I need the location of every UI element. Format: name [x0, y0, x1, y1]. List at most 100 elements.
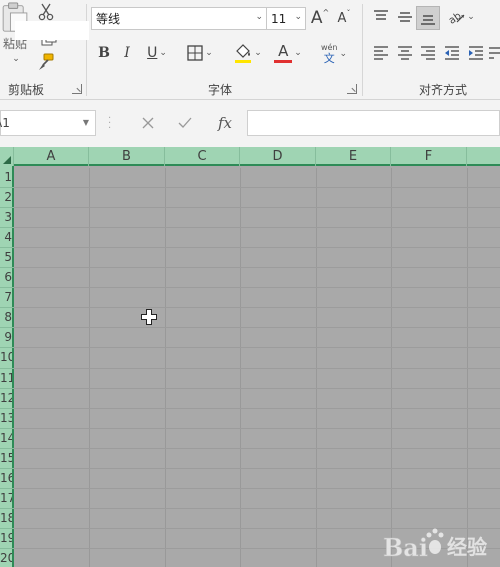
row-header[interactable]: 5 — [0, 249, 12, 265]
row-gridline — [14, 508, 500, 509]
row-header-divider — [0, 227, 14, 228]
column-header[interactable]: E — [316, 147, 391, 166]
scissors-icon — [38, 3, 54, 21]
name-box[interactable]: A1 ▼ — [0, 110, 96, 136]
row-header[interactable]: 12 — [0, 390, 12, 406]
row-gridline — [14, 227, 500, 228]
font-size-dropdown-icon: ⌄ — [294, 12, 302, 22]
column-header[interactable]: A — [14, 147, 89, 166]
align-middle-icon — [398, 12, 412, 22]
group-divider — [362, 4, 363, 96]
paste-dropdown-icon[interactable]: ⌄ — [12, 54, 20, 64]
watermark-text: 经验 — [447, 535, 487, 559]
row-header-divider — [0, 347, 14, 348]
row-header-divider — [0, 408, 14, 409]
clipboard-group-label: 剪贴板 — [7, 83, 44, 97]
row-header[interactable]: 1 — [0, 169, 12, 185]
column-header[interactable]: B — [89, 147, 165, 166]
font-color-icon: A — [278, 42, 289, 60]
row-header[interactable]: 11 — [0, 370, 12, 386]
column-header-partial[interactable] — [467, 147, 500, 166]
formula-bar-grip-icon[interactable]: · · · — [108, 114, 112, 134]
row-header[interactable]: 10 — [0, 349, 12, 365]
bold-button[interactable]: B — [94, 42, 114, 64]
select-all-button[interactable] — [0, 147, 14, 166]
group-divider — [86, 4, 87, 96]
text-orientation-icon: ab — [447, 11, 465, 25]
increase-font-size-button[interactable]: A ^ — [310, 7, 330, 29]
font-color-button[interactable]: A ⌄ — [270, 40, 306, 66]
row-gridline — [14, 347, 500, 348]
column-header[interactable]: F — [391, 147, 467, 166]
align-left-icon — [374, 46, 388, 60]
row-header[interactable]: 13 — [0, 410, 12, 426]
row-gridline — [14, 448, 500, 449]
insert-function-button[interactable]: fx — [211, 112, 239, 134]
decrease-font-size-icon: A — [337, 10, 347, 26]
borders-button[interactable]: ⌄ — [182, 42, 218, 64]
font-size-value: 11 — [271, 11, 287, 26]
active-cell[interactable] — [15, 21, 89, 40]
spreadsheet-grid[interactable]: ABCDEF 1 2 3 4 5 6 7 8 9 10 11 12 13 14 15 16 17 18 19 20 — [0, 147, 500, 567]
font-dialog-launcher-icon[interactable] — [347, 84, 357, 94]
top-align-button[interactable] — [370, 6, 392, 28]
align-left-button[interactable] — [370, 42, 392, 64]
cut-button[interactable] — [36, 2, 56, 22]
column-header[interactable]: C — [165, 147, 240, 166]
clipboard-dialog-launcher-icon[interactable] — [72, 84, 82, 94]
phonetic-icon: 文 — [323, 52, 335, 65]
row-header[interactable]: 18 — [0, 510, 12, 526]
middle-align-button[interactable] — [394, 6, 416, 28]
watermark: Bai 经验 — [383, 522, 487, 560]
row-header[interactable]: 20 — [0, 550, 12, 566]
formula-input[interactable] — [247, 110, 500, 136]
align-right-button[interactable] — [417, 42, 439, 64]
column-header[interactable]: D — [240, 147, 316, 166]
row-header[interactable]: 19 — [0, 530, 12, 546]
font-size-select[interactable]: 11 ⌄ — [266, 7, 306, 30]
row-header[interactable]: 15 — [0, 450, 12, 466]
caret-up-icon: ^ — [322, 7, 330, 17]
font-name-select[interactable]: 等线 ⌄ — [91, 7, 267, 30]
row-header[interactable]: 4 — [0, 229, 12, 245]
row-header-divider — [0, 508, 14, 509]
name-box-dropdown-icon[interactable]: ▼ — [83, 118, 89, 127]
row-header-divider — [0, 247, 14, 248]
phonetic-guide-button[interactable]: wén 文 ⌄ — [314, 40, 354, 68]
decrease-indent-button[interactable] — [441, 42, 463, 64]
row-header[interactable]: 6 — [0, 269, 12, 285]
row-header[interactable]: 14 — [0, 430, 12, 446]
borders-dropdown-icon: ⌄ — [205, 48, 213, 58]
format-painter-icon — [39, 53, 54, 70]
font-name-value: 等线 — [96, 12, 121, 26]
row-header-divider — [0, 528, 14, 529]
cell-select-cursor-icon — [141, 309, 157, 325]
row-header[interactable]: 9 — [0, 329, 12, 345]
decrease-font-size-button[interactable]: A ˇ — [334, 7, 354, 29]
fill-color-button[interactable]: ⌄ — [230, 40, 266, 66]
row-header[interactable]: 2 — [0, 189, 12, 205]
increase-indent-button[interactable] — [465, 42, 487, 64]
row-header[interactable]: 16 — [0, 470, 12, 486]
confirm-entry-button[interactable] — [173, 112, 197, 134]
row-gridline — [14, 307, 500, 308]
bottom-align-button[interactable] — [416, 6, 440, 30]
cancel-entry-button[interactable] — [136, 112, 160, 134]
align-right-icon — [421, 46, 435, 60]
cell-area[interactable] — [14, 168, 500, 567]
checkmark-icon — [178, 117, 192, 128]
wrap-text-button[interactable] — [488, 42, 500, 64]
italic-button[interactable]: I — [118, 42, 136, 64]
row-header[interactable]: 7 — [0, 289, 12, 305]
row-header[interactable]: 8 — [0, 309, 12, 325]
underline-button[interactable]: U ⌄ — [140, 42, 174, 64]
increase-indent-icon — [469, 46, 483, 60]
align-center-button[interactable] — [394, 42, 416, 64]
format-painter-button[interactable] — [36, 52, 56, 72]
orientation-button[interactable]: ab ⌄ — [444, 6, 478, 28]
row-header[interactable]: 3 — [0, 209, 12, 225]
insert-function-icon: fx — [217, 114, 232, 132]
row-header-divider — [0, 368, 14, 369]
row-header[interactable]: 17 — [0, 490, 12, 506]
row-header-divider — [0, 207, 14, 208]
